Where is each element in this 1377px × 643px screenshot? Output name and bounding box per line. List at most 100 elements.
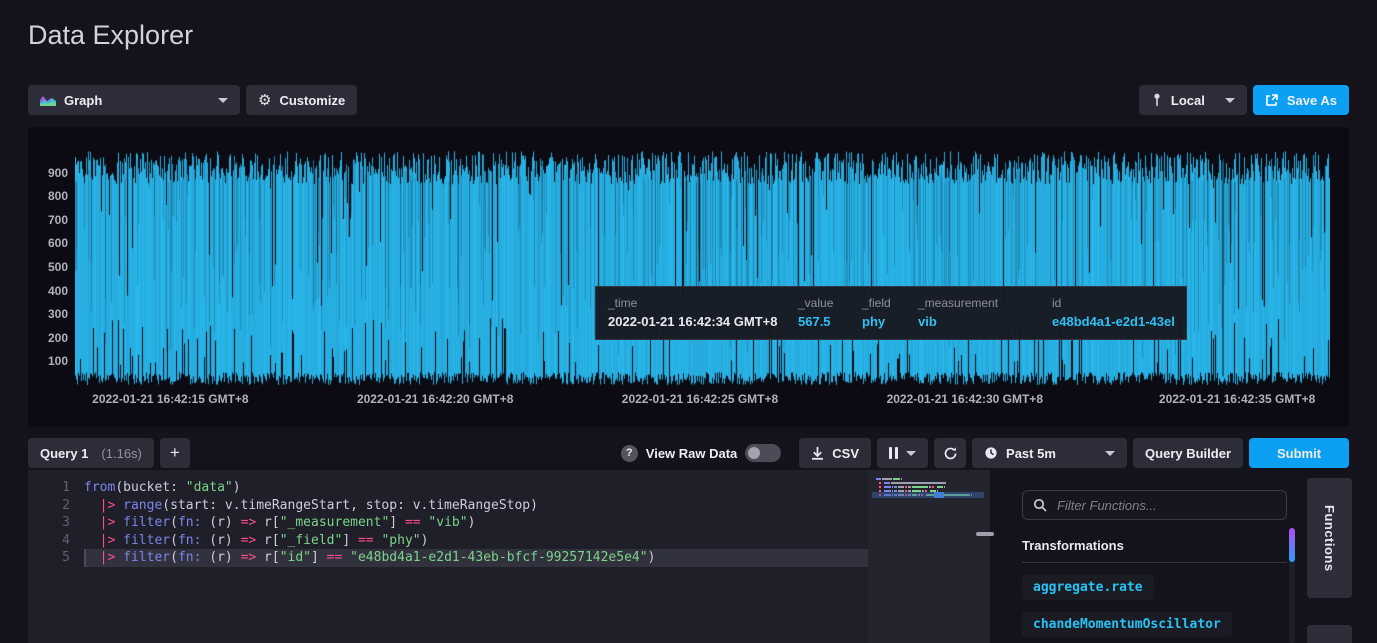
x-axis-tick-label: 2022-01-21 16:42:15 GMT+8 — [92, 392, 248, 406]
minimap-line — [876, 478, 990, 480]
minimap-line — [876, 482, 990, 484]
transformations-header: Transformations — [1022, 538, 1287, 553]
minimap-line — [876, 494, 990, 496]
code-lines: 1from(bucket: "data")2 |> range(start: v… — [28, 479, 868, 567]
y-axis-tick-label: 700 — [32, 213, 68, 227]
code-text: from(bucket: "data") — [84, 479, 868, 497]
functions-panel: Transformations aggregate.rate chandeMome… — [1010, 478, 1297, 643]
csv-download-button[interactable]: CSV — [799, 438, 871, 468]
save-as-label: Save As — [1287, 93, 1337, 108]
search-icon — [1033, 498, 1047, 512]
tooltip-column-header: id — [1052, 296, 1174, 310]
code-line[interactable]: 3 |> filter(fn: (r) => r["_measurement"]… — [28, 514, 868, 532]
timeseries-chart[interactable] — [75, 150, 1330, 386]
code-text: |> filter(fn: (r) => r["_measurement"] =… — [84, 514, 868, 532]
tooltip-value: vib — [918, 314, 1040, 329]
code-line[interactable]: 4 |> filter(fn: (r) => r["_field"] == "p… — [28, 532, 868, 550]
functions-tab-label: Functions — [1322, 505, 1337, 572]
code-text: |> filter(fn: (r) => r["_field"] == "phy… — [84, 532, 868, 550]
chevron-down-icon — [1105, 451, 1115, 456]
export-icon — [1265, 93, 1279, 107]
submit-button[interactable]: Submit — [1249, 438, 1349, 468]
function-list: aggregate.rate chandeMomentumOscillator — [1022, 575, 1287, 643]
line-number: 3 — [28, 514, 84, 532]
query-tab[interactable]: Query 1 (1.16s) — [28, 438, 154, 468]
function-search-box[interactable] — [1022, 490, 1287, 520]
tooltip-column-header: _field — [862, 296, 906, 310]
x-axis-tick-label: 2022-01-21 16:42:25 GMT+8 — [622, 392, 778, 406]
tooltip-column-header: _value — [798, 296, 850, 310]
tooltip-value: 2022-01-21 16:42:34 GMT+8 — [608, 314, 786, 329]
panel-resize-handle[interactable] — [976, 532, 994, 536]
tooltip-column-header: _measurement — [918, 296, 1040, 310]
toolbar: Graph ⚙ Customize Local Save As — [28, 85, 1349, 115]
y-axis-tick-label: 200 — [32, 331, 68, 345]
query-builder-button[interactable]: Query Builder — [1133, 438, 1243, 468]
line-number: 4 — [28, 532, 84, 550]
tab-functions[interactable]: Functions — [1307, 478, 1352, 598]
side-tabs: Functions — [1307, 478, 1352, 643]
view-raw-data-group: ? View Raw Data — [621, 444, 782, 462]
location-dropdown[interactable]: Local — [1139, 85, 1247, 115]
customize-label: Customize — [279, 93, 345, 108]
help-icon[interactable]: ? — [621, 445, 638, 462]
x-axis-tick-label: 2022-01-21 16:42:30 GMT+8 — [887, 392, 1043, 406]
clock-icon — [984, 446, 998, 460]
location-label: Local — [1171, 93, 1205, 108]
pin-icon — [1151, 93, 1163, 107]
y-axis-tick-label: 800 — [32, 189, 68, 203]
view-raw-data-label: View Raw Data — [646, 446, 738, 461]
gear-icon: ⚙ — [258, 93, 271, 108]
download-icon — [811, 446, 824, 460]
code-line[interactable]: 1from(bucket: "data") — [28, 479, 868, 497]
y-axis-tick-label: 900 — [32, 166, 68, 180]
pause-dropdown-button[interactable] — [877, 438, 928, 468]
y-axis-tick-label: 300 — [32, 307, 68, 321]
y-axis-tick-label: 400 — [32, 284, 68, 298]
function-item[interactable]: aggregate.rate — [1022, 575, 1154, 600]
view-type-dropdown[interactable]: Graph — [28, 85, 240, 115]
minimap-line — [876, 486, 990, 488]
time-range-label: Past 5m — [1006, 446, 1056, 461]
scrollbar-thumb[interactable] — [1289, 528, 1295, 562]
page-title: Data Explorer — [28, 20, 193, 51]
add-query-button[interactable]: + — [160, 438, 190, 468]
tab-partial[interactable] — [1307, 625, 1352, 643]
function-search-input[interactable] — [1055, 497, 1276, 514]
y-axis-tick-label: 600 — [32, 236, 68, 250]
view-raw-data-toggle[interactable] — [745, 444, 781, 462]
code-line[interactable]: 5 |> filter(fn: (r) => r["id"] == "e48bd… — [28, 549, 868, 567]
line-number: 2 — [28, 497, 84, 515]
refresh-button[interactable] — [934, 438, 966, 468]
x-axis-tick-label: 2022-01-21 16:42:35 GMT+8 — [1159, 392, 1315, 406]
time-range-dropdown[interactable]: Past 5m — [972, 438, 1127, 468]
code-text: |> filter(fn: (r) => r["id"] == "e48bd4a… — [84, 549, 868, 567]
pause-icon — [889, 447, 898, 459]
csv-label: CSV — [832, 446, 859, 461]
tooltip-column-header: _time — [608, 296, 786, 310]
editor-minimap[interactable] — [868, 470, 990, 643]
chart-tooltip: _time _value _field _measurement id 2022-01-2… — [595, 286, 1187, 340]
line-number: 1 — [28, 479, 84, 497]
customize-button[interactable]: ⚙ Customize — [246, 85, 357, 115]
code-line[interactable]: 2 |> range(start: v.timeRangeStart, stop… — [28, 497, 868, 515]
query-tab-label: Query 1 — [40, 446, 88, 461]
query-duration: (1.16s) — [101, 446, 141, 461]
section-divider — [1022, 562, 1287, 563]
tooltip-value: e48bd4a1-e2d1-43eb-bfcf-992… — [1052, 314, 1174, 329]
tooltip-value: 567.5 — [798, 314, 850, 329]
graph-panel: _time _value _field _measurement id 2022-01-2… — [28, 127, 1349, 427]
x-axis-tick-label: 2022-01-21 16:42:20 GMT+8 — [357, 392, 513, 406]
save-as-button[interactable]: Save As — [1253, 85, 1349, 115]
function-item[interactable]: chandeMomentumOscillator — [1022, 612, 1232, 637]
flux-code-editor[interactable]: 1from(bucket: "data")2 |> range(start: v… — [28, 470, 990, 643]
y-axis-tick-label: 100 — [32, 354, 68, 368]
view-type-label: Graph — [64, 93, 102, 108]
tooltip-value: phy — [862, 314, 906, 329]
refresh-icon — [943, 446, 958, 461]
toggle-knob — [748, 447, 760, 459]
chevron-down-icon — [906, 451, 916, 456]
functions-scrollbar[interactable] — [1289, 528, 1295, 643]
area-chart-icon — [40, 94, 56, 106]
chevron-down-icon — [218, 98, 228, 103]
